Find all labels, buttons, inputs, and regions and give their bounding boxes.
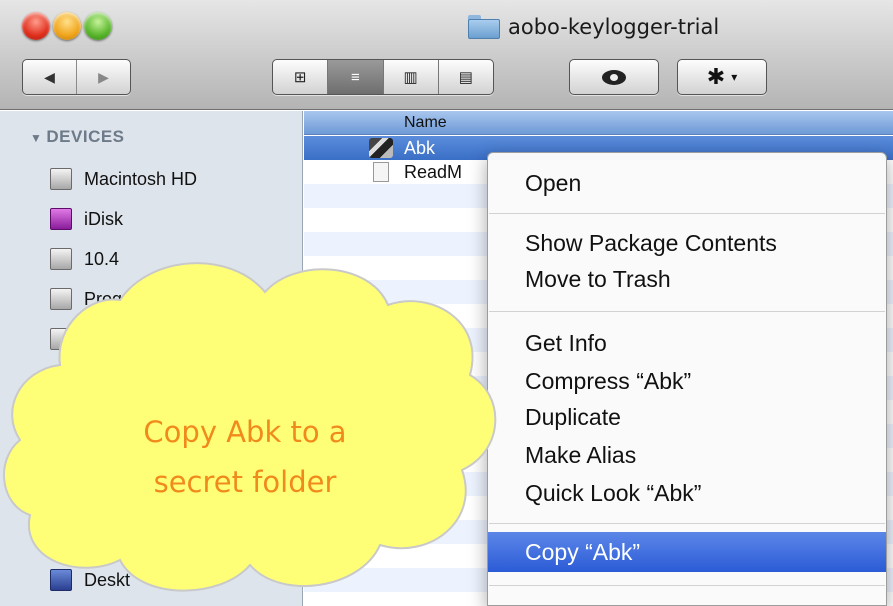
sidebar-item-label: Fi [84, 328, 99, 349]
cover-flow-icon: ▤ [458, 69, 473, 86]
sidebar-item-desktop[interactable]: Deskt [50, 565, 130, 595]
menu-separator [489, 311, 885, 312]
list-view-button[interactable]: ≡ [327, 60, 383, 94]
back-button[interactable]: ◀ [23, 60, 76, 94]
quick-look-button[interactable] [569, 59, 659, 95]
package-icon [369, 138, 393, 158]
sidebar-item-fi[interactable]: Fi [50, 324, 99, 354]
file-name: ReadM [404, 161, 463, 182]
back-forward-control: ◀ ▶ [22, 59, 131, 95]
sidebar-item-label: iDisk [84, 208, 123, 229]
menu-item-open[interactable]: Open [488, 165, 886, 201]
folder-icon [468, 15, 500, 39]
list-view-icon: ≡ [350, 68, 360, 86]
column-header-label: Name [404, 114, 447, 131]
menu-item-make-alias[interactable]: Make Alias [488, 437, 886, 473]
eye-icon [602, 69, 626, 85]
menu-item-duplicate[interactable]: Duplicate [488, 399, 886, 435]
sidebar-item-program[interactable]: Program [50, 284, 153, 314]
menu-item-compress[interactable]: Compress “Abk” [488, 363, 886, 399]
menu-separator [489, 585, 885, 586]
hard-drive-icon [50, 328, 72, 350]
gear-icon: ✱ [706, 64, 726, 89]
forward-button[interactable]: ▶ [76, 60, 130, 94]
menu-separator [489, 523, 885, 524]
column-view-button[interactable]: ▥ [382, 60, 438, 94]
close-window-button[interactable] [22, 12, 50, 40]
menu-separator [489, 213, 885, 214]
action-menu-button[interactable]: ✱ ▾ [677, 59, 767, 95]
sidebar-item-10-4[interactable]: 10.4 [50, 244, 119, 274]
disclosure-triangle-icon: ▼ [30, 131, 43, 145]
desktop-icon [50, 569, 72, 591]
callout-line-2: secret folder [153, 465, 337, 499]
sidebar-item-label: 10.4 [84, 248, 120, 269]
column-header-name[interactable]: Name [304, 111, 893, 135]
column-view-icon: ▥ [403, 69, 418, 86]
file-name: Abk [404, 137, 436, 158]
sidebar-item-idisk[interactable]: iDisk [50, 204, 123, 234]
menu-item-move-to-trash[interactable]: Move to Trash [488, 261, 886, 297]
idisk-icon [50, 208, 72, 230]
callout-line-1: Copy Abk to a [143, 415, 347, 449]
sidebar-item-label: Macintosh HD [84, 168, 198, 189]
sidebar-section-devices[interactable]: ▼ DEVICES [30, 127, 125, 147]
sidebar-item-label: Deskt [84, 569, 131, 590]
view-mode-control: ⊞ ≡ ▥ ▤ [272, 59, 494, 95]
window-title-label: aobo-keylogger-trial [508, 15, 720, 39]
menu-item-copy[interactable]: Copy “Abk” [488, 532, 886, 572]
window-titlebar: aobo-keylogger-trial ◀ ▶ ⊞ ≡ ▥ ▤ ✱ ▾ [0, 0, 893, 110]
sidebar: ▼ DEVICES Macintosh HD iDisk 10.4 Program… [0, 111, 303, 606]
sidebar-item-label: Program [84, 288, 154, 309]
icon-view-icon: ⊞ [293, 69, 307, 86]
cover-flow-button[interactable]: ▤ [437, 60, 493, 94]
window-title: aobo-keylogger-trial [468, 12, 719, 42]
back-arrow-icon: ◀ [44, 68, 55, 85]
context-menu: Open Show Package Contents Move to Trash… [487, 152, 887, 606]
devices-header-label: DEVICES [46, 127, 125, 146]
chevron-down-icon: ▾ [731, 70, 738, 84]
hard-drive-icon [50, 168, 72, 190]
hard-drive-icon [50, 288, 72, 310]
document-icon [373, 162, 389, 182]
forward-arrow-icon: ▶ [98, 68, 109, 85]
zoom-window-button[interactable] [84, 12, 112, 40]
disclosure-triangle-icon[interactable]: ▼ [30, 526, 43, 541]
menu-item-quick-look[interactable]: Quick Look “Abk” [488, 475, 886, 511]
hard-drive-icon [50, 248, 72, 270]
menu-item-show-package-contents[interactable]: Show Package Contents [488, 225, 886, 261]
minimize-window-button[interactable] [53, 12, 81, 40]
sidebar-item-macintosh-hd[interactable]: Macintosh HD [50, 164, 197, 194]
icon-view-button[interactable]: ⊞ [273, 60, 327, 94]
menu-item-get-info[interactable]: Get Info [488, 325, 886, 361]
